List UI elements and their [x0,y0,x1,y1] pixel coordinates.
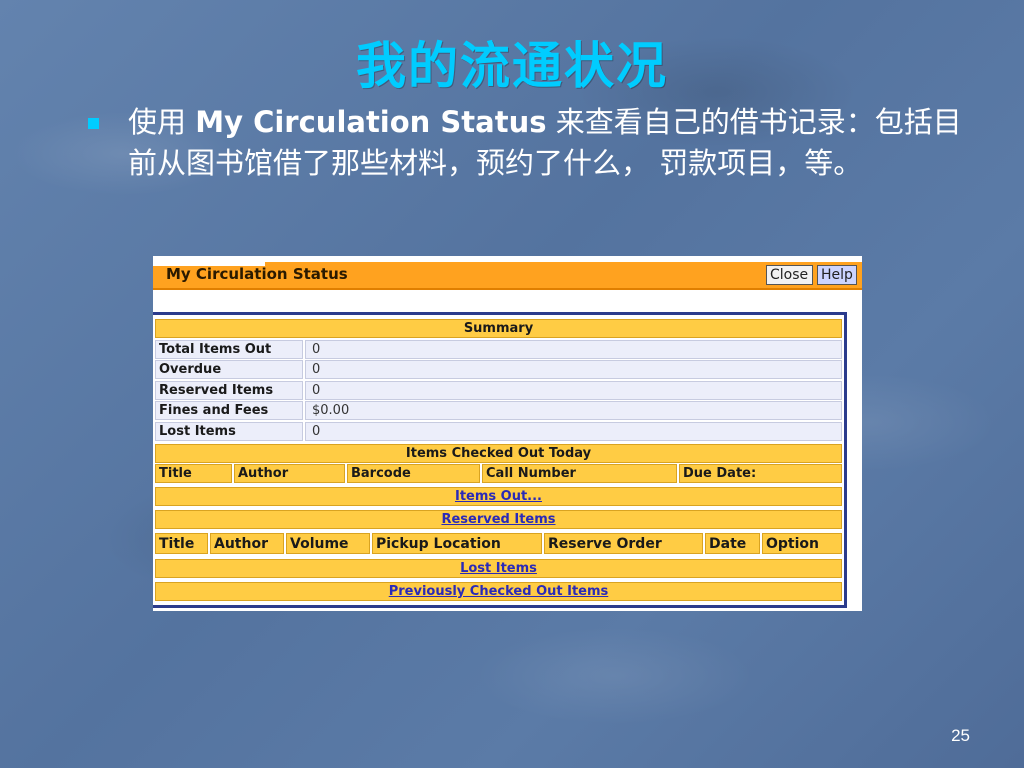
reserved-items-link[interactable]: Reserved Items [441,512,555,527]
summary-row: Reserved Items 0 [155,381,842,400]
checked-out-today-heading: Items Checked Out Today [155,444,842,463]
summary-label: Fines and Fees [155,401,303,420]
close-button[interactable]: Close [766,265,813,285]
column-header[interactable]: Due Date: [679,464,842,483]
summary-row: Fines and Fees $0.00 [155,401,842,420]
summary-label: Reserved Items [155,381,303,400]
previously-checked-out-link[interactable]: Previously Checked Out Items [389,584,609,599]
help-button[interactable]: Help [817,265,857,285]
status-table: Summary Total Items Out 0 Overdue 0 Rese… [153,312,847,608]
summary-row: Lost Items 0 [155,422,842,441]
summary-label: Total Items Out [155,340,303,359]
slide-title: 我的流通状况 [356,37,668,95]
summary-value: 0 [305,360,842,379]
summary-label: Overdue [155,360,303,379]
column-header[interactable]: Author [210,533,284,554]
page-number: 25 [951,726,970,745]
circulation-status-screenshot: My Circulation Status Close Help Summary… [153,256,862,611]
lost-items-row: Lost Items [155,559,842,578]
summary-label: Lost Items [155,422,303,441]
column-header[interactable]: Date [705,533,760,554]
column-header[interactable]: Call Number [482,464,677,483]
reserved-columns: Title Author Volume Pickup Location Rese… [155,533,842,554]
column-header[interactable]: Author [234,464,345,483]
column-header[interactable]: Barcode [347,464,480,483]
panel-header: My Circulation Status Close Help [153,262,862,290]
column-header[interactable]: Title [155,464,232,483]
summary-value: $0.00 [305,401,842,420]
checked-out-columns: Title Author Barcode Call Number Due Dat… [155,464,842,483]
previously-checked-out-row: Previously Checked Out Items [155,582,842,601]
summary-value: 0 [305,381,842,400]
summary-value: 0 [305,422,842,441]
column-header[interactable]: Reserve Order [544,533,703,554]
summary-row: Total Items Out 0 [155,340,842,359]
items-out-link[interactable]: Items Out... [455,489,542,504]
column-header[interactable]: Volume [286,533,370,554]
panel-title: My Circulation Status [166,265,348,283]
lost-items-link[interactable]: Lost Items [460,561,537,576]
column-header[interactable]: Pickup Location [372,533,542,554]
reserved-items-row: Reserved Items [155,510,842,529]
square-bullet-icon [88,118,99,129]
column-header[interactable]: Option [762,533,842,554]
bullet-text: 使用 My Circulation Status 来查看自己的借书记录：包括目前… [128,102,968,184]
bullet-prefix: 使用 [128,105,196,139]
summary-row: Overdue 0 [155,360,842,379]
bullet-highlight: My Circulation Status [195,105,547,139]
summary-heading: Summary [155,319,842,338]
column-header[interactable]: Title [155,533,208,554]
items-out-row: Items Out... [155,487,842,506]
summary-value: 0 [305,340,842,359]
